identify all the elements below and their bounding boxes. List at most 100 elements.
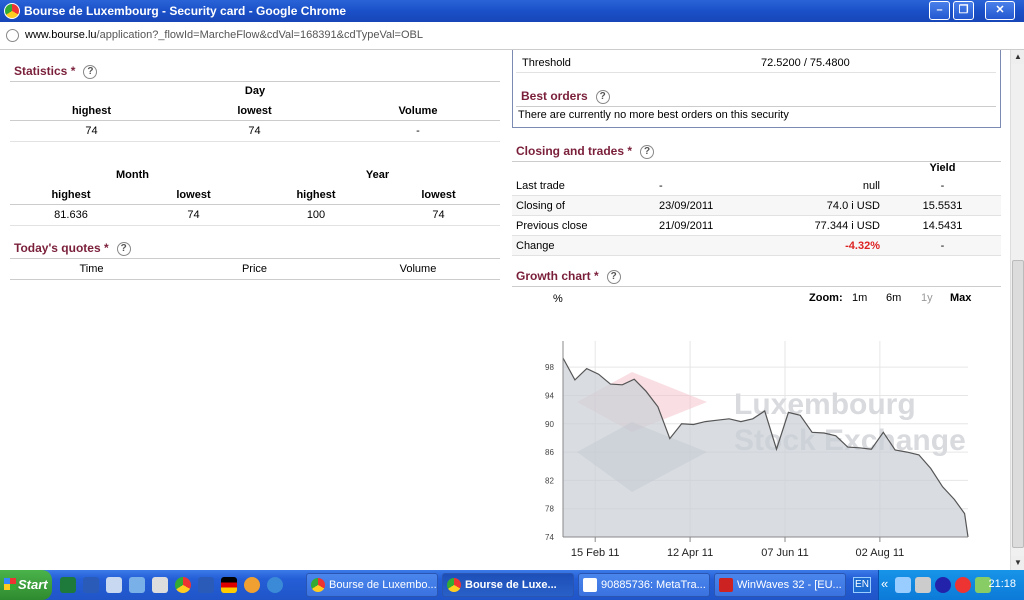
antivirus-icon[interactable] [955,577,971,593]
url-field[interactable]: www.bourse.lu/application?_flowId=Marche… [25,29,423,41]
best-orders-heading: Best orders? [521,89,610,104]
quotes-price-header: Price [241,263,268,275]
divider [10,279,500,280]
month-header: Month [116,169,149,181]
closing-row-price: 77.344 i USD [814,220,880,232]
yield-header: Yield [929,162,956,174]
closing-row-price: -4.32% [845,240,880,252]
maximize-button[interactable]: ❐ [953,1,974,20]
chart-unit-label: % [553,293,563,305]
y-tick-label: 74 [545,533,554,542]
closing-row-label: Closing of [516,200,565,212]
ie-icon[interactable] [267,577,283,593]
chrome-icon[interactable] [175,577,191,593]
task-winwaves[interactable]: WinWaves 32 - [EU... [714,573,846,597]
metatrader-icon[interactable] [198,577,214,593]
scroll-thumb[interactable] [1012,260,1024,548]
month-highest-value: 81.636 [54,209,88,221]
month-lowest-header: lowest [176,189,211,201]
year-lowest-value: 74 [432,209,445,221]
divider [10,141,500,142]
growth-heading: Growth chart *? [516,269,621,284]
threshold-label: Threshold [522,57,571,69]
closing-row-date: 23/09/2011 [659,200,714,212]
help-icon[interactable]: ? [606,269,621,284]
day-highest-header: highest [71,105,112,117]
flag-icon[interactable] [221,577,237,593]
page-icon [6,29,19,42]
scroll-down-icon[interactable]: ▼ [1011,556,1024,570]
star: * [104,241,109,255]
chrome-icon [447,578,461,592]
language-indicator[interactable]: EN [853,577,871,593]
y-tick-label: 90 [545,420,554,429]
url-host: www.bourse.lu [25,29,97,41]
close-button[interactable]: ✕ [985,1,1015,20]
y-tick-label: 94 [545,391,554,400]
excel-icon[interactable] [60,577,76,593]
closing-row-yield: - [940,240,945,252]
clock-icon[interactable] [244,577,260,593]
y-tick-label: 98 [545,363,554,372]
x-tick-label: 02 Aug 11 [856,547,905,559]
closing-row-label: Change [516,240,555,252]
best-orders-title: Best orders [521,89,588,103]
app-icon[interactable] [129,577,145,593]
divider [516,106,996,107]
year-lowest-header: lowest [421,189,456,201]
address-bar[interactable]: www.bourse.lu/application?_flowId=Marche… [0,22,1024,50]
day-highest-value: 74 [85,125,98,137]
growth-title: Growth chart [516,269,591,283]
y-tick-label: 86 [545,448,554,457]
best-orders-message: There are currently no more best orders … [518,109,789,121]
start-button[interactable]: Start [0,570,52,600]
year-header: Year [365,169,390,181]
word-icon[interactable] [83,577,99,593]
network-icon[interactable] [895,577,911,593]
star: * [70,64,76,78]
x-tick-label: 07 Jun 11 [761,547,809,559]
task-bourse-1[interactable]: Bourse de Luxembo... [306,573,438,597]
scroll-up-icon[interactable]: ▲ [1011,50,1024,64]
help-icon[interactable]: ? [83,64,98,79]
help-icon[interactable]: ? [640,144,655,159]
calculator-icon[interactable] [106,577,122,593]
vertical-scrollbar[interactable]: ▲ ▼ [1010,50,1024,570]
divider [516,72,996,73]
app-icon[interactable] [152,577,168,593]
help-icon[interactable]: ? [595,89,610,104]
zoom-6m-button[interactable]: 6m [886,292,901,304]
bluetooth-icon[interactable] [935,577,951,593]
page-content: Statistics *? Day highest lowest Volume … [0,50,1010,570]
statistics-heading: Statistics *? [14,64,98,79]
divider [10,225,500,226]
monitor-icon[interactable] [915,577,931,593]
divider [10,258,500,259]
task-bourse-2[interactable]: Bourse de Luxe... [442,573,574,597]
chrome-icon [4,3,20,19]
start-label: Start [18,577,48,592]
growth-chart: Luxembourg Stock Exchange 74788286909498… [545,341,969,559]
task-label: Bourse de Luxembo... [329,579,437,591]
zoom-1m-button[interactable]: 1m [852,292,867,304]
year-highest-header: highest [296,189,336,201]
window-title: Bourse de Luxembourg - Security card - G… [24,4,347,18]
help-icon[interactable]: ? [116,241,131,256]
month-highest-header: highest [51,189,91,201]
system-tray: « 21:18 [878,570,1024,600]
star: * [594,269,599,283]
day-volume-header: Volume [398,105,438,117]
quotes-heading: Today's quotes *? [14,241,131,256]
month-lowest-value: 74 [187,209,200,221]
closing-row-yield: - [940,180,945,192]
minimize-button[interactable]: – [929,1,950,20]
closing-row-date: - [659,180,663,192]
tray-expand-icon[interactable]: « [881,576,888,591]
x-tick-label: 12 Apr 11 [667,547,713,559]
closing-heading: Closing and trades *? [516,144,655,159]
zoom-max-button[interactable]: Max [950,292,971,304]
task-metatrader[interactable]: 90885736: MetaTra... [578,573,710,597]
zoom-1y-button[interactable]: 1y [921,292,933,304]
divider [10,204,500,205]
divider [10,120,500,121]
